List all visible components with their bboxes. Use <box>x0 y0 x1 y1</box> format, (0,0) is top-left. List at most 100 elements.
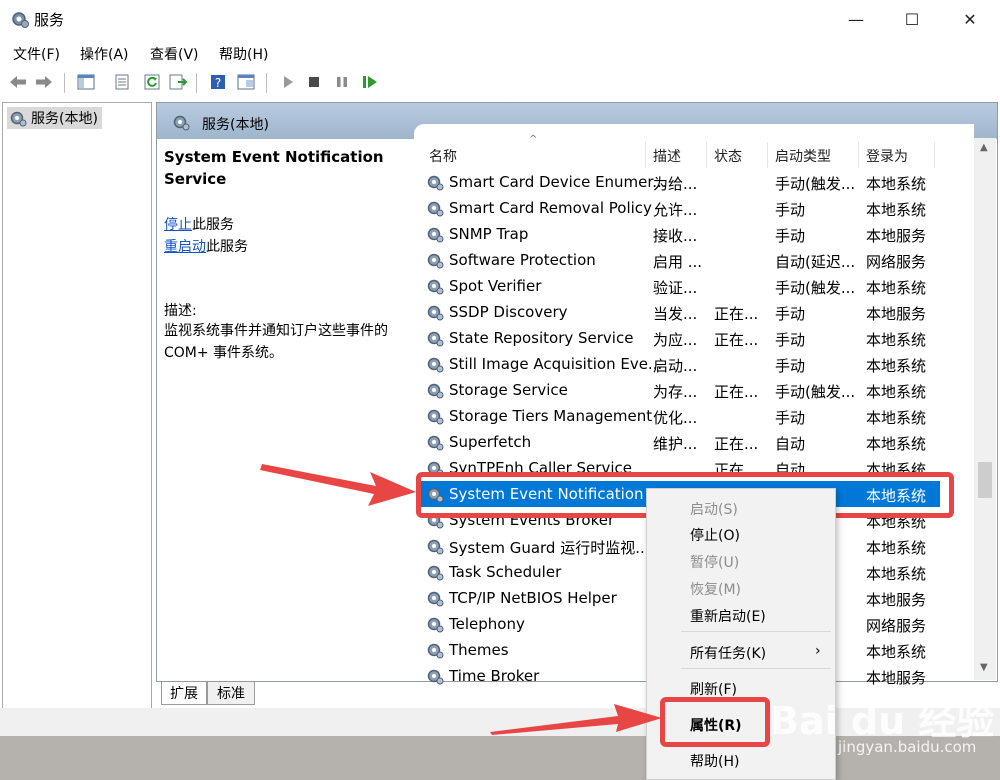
column-separator[interactable] <box>645 142 646 168</box>
column-separator[interactable] <box>858 142 859 168</box>
column-header-status[interactable]: 状态 <box>714 146 742 166</box>
service-logon-as: 本地系统 <box>866 357 927 375</box>
context-menu-item[interactable]: 恢复(M) <box>690 579 741 599</box>
maximize-icon: ☐ <box>904 9 920 29</box>
column-header-name[interactable]: 名称 <box>429 146 457 166</box>
service-row[interactable]: Storage Tiers Management 优化... 手动 本地系统 <box>420 403 940 429</box>
annotation-highlight-properties <box>660 697 770 747</box>
watermark-logo: Bai du 经验 <box>770 699 995 743</box>
context-menu-item[interactable]: 刷新(F) <box>690 679 737 699</box>
minimize-button[interactable]: — <box>828 0 884 38</box>
service-name: Smart Card Device Enumer... <box>449 173 667 191</box>
menu-view[interactable]: 查看(V) <box>150 44 199 64</box>
context-menu-item[interactable]: 停止(O) <box>690 525 740 545</box>
restart-service-link[interactable]: 重启动 <box>164 239 206 255</box>
service-name: SNMP Trap <box>449 225 529 243</box>
restart-service-icon[interactable] <box>360 72 380 92</box>
service-row[interactable]: Superfetch 维护... 正在... 自动 本地系统 <box>420 429 940 455</box>
column-header-logon-as[interactable]: 登录为 <box>866 146 908 166</box>
forward-icon[interactable] <box>34 72 54 92</box>
context-menu-item[interactable]: 重新启动(E) <box>690 606 766 626</box>
scrollbar-thumb[interactable] <box>978 462 992 498</box>
description-text: 监视系统事件并通知订户这些事件的 COM+ 事件系统。 <box>164 323 388 361</box>
service-row[interactable]: Software Protection 启用 ... 自动(延迟... 网络服务 <box>420 247 940 273</box>
service-description: 维护... <box>653 435 698 453</box>
column-header-description[interactable]: 描述 <box>653 146 681 166</box>
export-list-icon[interactable] <box>168 72 188 92</box>
service-gear-icon <box>426 563 444 581</box>
service-logon-as: 本地系统 <box>866 201 927 219</box>
service-row[interactable]: Spot Verifier 验证... 手动(触发... 本地系统 <box>420 273 940 299</box>
toolbar-separator <box>266 73 267 93</box>
column-separator[interactable] <box>706 142 707 168</box>
service-row[interactable]: SSDP Discovery 当发... 正在... 手动 本地服务 <box>420 299 940 325</box>
service-startup-type: 自动(延迟... <box>775 253 856 271</box>
scroll-down-icon[interactable]: ▼ <box>980 662 988 673</box>
maximize-button[interactable]: ☐ <box>884 0 940 38</box>
services-gear-icon <box>173 115 190 131</box>
service-gear-icon <box>426 615 444 633</box>
service-name: Smart Card Removal Policy <box>449 199 652 217</box>
properties-icon[interactable] <box>112 72 132 92</box>
service-logon-as: 本地系统 <box>866 409 927 427</box>
show-hide-tree-icon[interactable] <box>76 72 96 92</box>
service-gear-icon <box>426 433 444 451</box>
tree-item-services-local[interactable]: 服务(本地) <box>7 107 102 129</box>
service-logon-as: 本地系统 <box>866 175 927 193</box>
column-header-startup-type[interactable]: 启动类型 <box>775 146 831 166</box>
menu-action[interactable]: 操作(A) <box>80 44 129 64</box>
service-status: 正在... <box>714 331 759 349</box>
service-gear-icon <box>426 173 444 191</box>
stop-service-icon[interactable] <box>304 72 324 92</box>
service-gear-icon <box>426 381 444 399</box>
stop-service-link[interactable]: 停止 <box>164 217 192 233</box>
context-menu-item[interactable]: 暂停(U) <box>690 552 739 572</box>
service-gear-icon <box>426 329 444 347</box>
help-icon[interactable]: ? <box>208 72 228 92</box>
tab-extended[interactable]: 扩展 <box>161 682 207 705</box>
service-name: Superfetch <box>449 433 532 451</box>
context-menu-item[interactable]: 帮助(H) <box>690 751 739 771</box>
service-row[interactable]: Storage Service 为存... 正在... 手动(触发... 本地系统 <box>420 377 940 403</box>
context-menu-item[interactable]: 启动(S) <box>690 499 738 519</box>
service-row[interactable]: SNMP Trap 接收... 手动 本地服务 <box>420 221 940 247</box>
back-icon[interactable] <box>8 72 28 92</box>
menu-bar: 文件(F) 操作(A) 查看(V) 帮助(H) <box>0 40 1000 66</box>
menu-file[interactable]: 文件(F) <box>13 44 60 64</box>
annotation-arrow-icon <box>490 704 662 735</box>
service-logon-as: 本地系统 <box>866 539 927 557</box>
service-gear-icon <box>426 303 444 321</box>
pause-service-icon[interactable] <box>332 72 352 92</box>
service-gear-icon <box>426 407 444 425</box>
context-menu-item[interactable]: 所有任务(K) <box>690 643 766 663</box>
service-row[interactable]: State Repository Service 为应... 正在... 手动 本地系统 <box>420 325 940 351</box>
menu-help[interactable]: 帮助(H) <box>219 44 268 64</box>
services-gear-icon <box>10 111 27 127</box>
service-row[interactable]: Smart Card Device Enumer... 为给... 手动(触发...… <box>420 169 940 195</box>
service-row[interactable]: Smart Card Removal Policy 允许... 手动 本地系统 <box>420 195 940 221</box>
console-icon[interactable] <box>236 72 256 92</box>
service-startup-type: 手动 <box>775 305 806 323</box>
service-status: 正在... <box>714 305 759 323</box>
console-tree: 服务(本地) <box>2 102 152 734</box>
service-logon-as: 本地服务 <box>866 305 927 323</box>
refresh-icon[interactable] <box>142 72 162 92</box>
close-button[interactable]: ✕ <box>942 0 998 38</box>
service-description: 验证... <box>653 279 698 297</box>
vertical-scrollbar[interactable] <box>974 138 996 680</box>
start-service-icon[interactable] <box>278 72 298 92</box>
column-separator[interactable] <box>934 142 935 168</box>
service-row[interactable]: Still Image Acquisition Eve... 启动... 手动 本地系… <box>420 351 940 377</box>
service-description: 接收... <box>653 227 698 245</box>
scroll-up-icon[interactable]: ▲ <box>980 142 988 153</box>
service-name: Storage Tiers Management <box>449 407 653 425</box>
service-description: 为存... <box>653 383 698 401</box>
service-name: Themes <box>449 641 509 659</box>
service-name: System Guard 运行时监视... <box>449 539 650 557</box>
service-name: Software Protection <box>449 251 596 269</box>
tab-standard[interactable]: 标准 <box>207 682 255 705</box>
selected-service-title: System Event Notification Service <box>164 148 384 188</box>
column-separator[interactable] <box>767 142 768 168</box>
context-menu-separator <box>681 631 831 632</box>
service-startup-type: 手动(触发... <box>775 383 856 401</box>
